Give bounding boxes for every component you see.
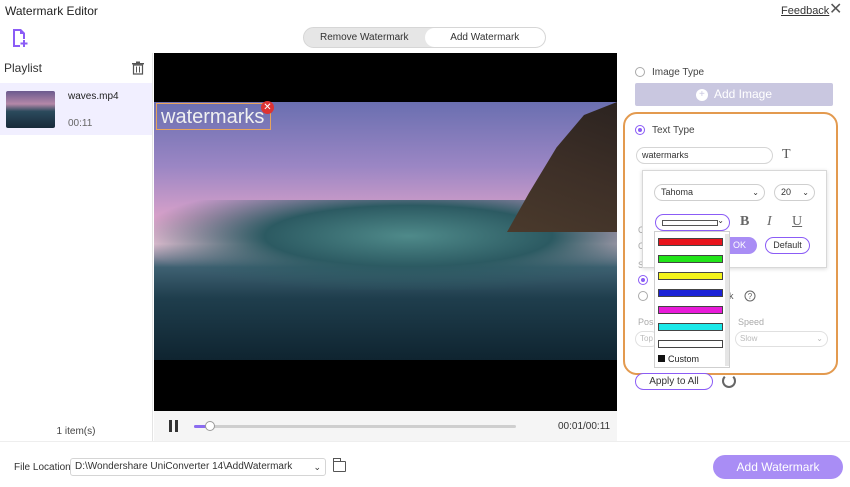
folder-icon[interactable]: [333, 458, 346, 472]
image-type-radio[interactable]: [635, 67, 645, 77]
text-style-icon[interactable]: T: [782, 147, 791, 163]
feedback-link[interactable]: Feedback: [781, 5, 829, 17]
watermark-overlay[interactable]: watermarks ✕: [156, 101, 274, 130]
playlist-count: 1 item(s): [56, 426, 96, 437]
close-icon[interactable]: ✕: [829, 2, 842, 18]
position-label: Posi: [638, 317, 656, 327]
custom-color-label: Custom: [668, 354, 700, 364]
image-type-label: Image Type: [652, 67, 705, 78]
dropdown-scrollbar[interactable]: [725, 234, 729, 366]
default-button[interactable]: Default: [765, 237, 810, 254]
option-radio-1[interactable]: [638, 275, 648, 285]
video-preview[interactable]: watermarks ✕: [154, 53, 617, 411]
playlist-item[interactable]: waves.mp4 00:11: [0, 83, 152, 135]
italic-button[interactable]: I: [767, 214, 772, 230]
seek-handle[interactable]: [205, 421, 216, 431]
time-readout: 00:01/00:11: [558, 421, 611, 432]
color-option-custom[interactable]: Custom: [658, 354, 699, 364]
color-swatch: [662, 220, 718, 226]
speed-select[interactable]: Slow ⌄: [735, 331, 828, 347]
playlist-item-duration: 00:11: [68, 118, 93, 129]
pause-icon[interactable]: [169, 420, 179, 432]
color-option-blue[interactable]: [658, 289, 723, 297]
color-dropdown: Custom: [654, 231, 730, 368]
color-option-green[interactable]: [658, 255, 723, 263]
file-location-label: File Location:: [14, 462, 74, 473]
playlist-title: Playlist: [4, 61, 43, 75]
video-thumbnail: [6, 91, 55, 128]
add-image-button[interactable]: + Add Image: [635, 83, 833, 106]
file-location-select[interactable]: D:\Wondershare UniConverter 14\AddWaterm…: [70, 458, 326, 476]
underline-button[interactable]: U: [792, 214, 802, 230]
chevron-down-icon: ⌄: [717, 216, 724, 225]
tab-add-watermark[interactable]: Add Watermark: [424, 28, 545, 47]
chevron-down-icon: ⌄: [816, 334, 823, 343]
help-icon[interactable]: ?: [744, 290, 756, 302]
chevron-down-icon: ⌄: [313, 462, 321, 472]
footer-bar: File Location: D:\Wondershare UniConvert…: [0, 441, 850, 487]
add-image-label: Add Image: [713, 87, 773, 101]
custom-color-swatch: [658, 355, 665, 362]
delete-watermark-icon[interactable]: ✕: [261, 101, 274, 114]
text-type-label: Text Type: [652, 125, 695, 136]
color-option-cyan[interactable]: [658, 323, 723, 331]
font-family-select[interactable]: Tahoma ⌄: [654, 184, 765, 201]
seek-bar[interactable]: [194, 421, 516, 431]
color-option-magenta[interactable]: [658, 306, 723, 314]
color-option-white[interactable]: [658, 340, 723, 348]
file-location-path: D:\Wondershare UniConverter 14\AddWaterm…: [75, 461, 293, 472]
plus-icon: +: [695, 89, 708, 101]
playlist-item-name: waves.mp4: [68, 91, 119, 102]
bold-button[interactable]: B: [740, 214, 749, 230]
color-option-red[interactable]: [658, 238, 723, 246]
window-title: Watermark Editor: [5, 4, 98, 18]
apply-to-all-button[interactable]: Apply to All: [635, 373, 713, 390]
speed-label: Speed: [738, 317, 765, 327]
add-watermark-button[interactable]: Add Watermark: [713, 455, 843, 479]
mode-tabs: Remove Watermark Add Watermark: [303, 27, 546, 48]
font-size-value: 20: [781, 187, 792, 197]
svg-text:?: ?: [748, 292, 753, 301]
speed-value: Slow: [740, 334, 758, 343]
add-file-icon[interactable]: [10, 28, 30, 48]
trash-icon[interactable]: [131, 61, 145, 75]
chevron-down-icon: ⌄: [752, 188, 759, 197]
playback-controls: 00:01/00:11: [154, 411, 617, 441]
font-family-value: Tahoma: [661, 187, 694, 197]
cliff-shape: [507, 102, 617, 232]
color-option-yellow[interactable]: [658, 272, 723, 280]
watermark-editor-window: Watermark Editor Feedback ✕ Remove Water…: [0, 0, 850, 487]
video-frame: [154, 102, 617, 360]
watermark-text: watermarks: [161, 106, 265, 128]
refresh-icon[interactable]: [722, 374, 736, 388]
tab-remove-watermark[interactable]: Remove Watermark: [304, 28, 425, 47]
chevron-down-icon: ⌄: [802, 188, 809, 197]
font-size-select[interactable]: 20 ⌄: [774, 184, 815, 201]
playlist-panel: Playlist waves.mp4 00:11 1 item(s): [0, 53, 153, 441]
font-color-select[interactable]: ⌄: [655, 214, 730, 231]
text-type-radio[interactable]: [635, 125, 645, 135]
watermark-text-input[interactable]: watermarks: [636, 147, 773, 164]
option-radio-2[interactable]: [638, 291, 648, 301]
